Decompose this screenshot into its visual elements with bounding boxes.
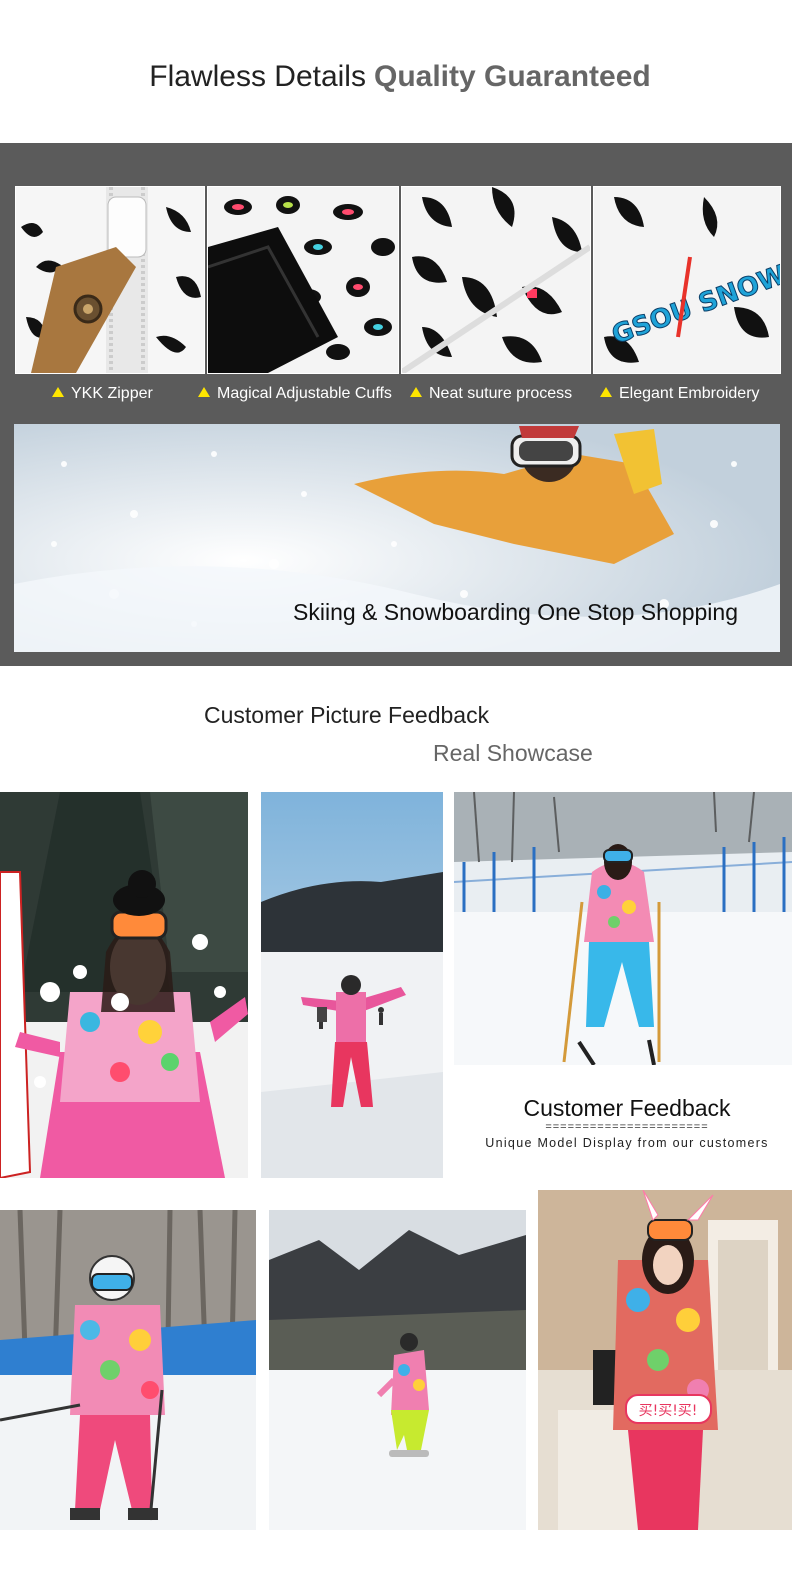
feedback-subtitle: Real Showcase: [433, 740, 593, 766]
customer-photo-6: 买!买!买!: [538, 1190, 792, 1530]
title-right: Quality Guaranteed: [373, 60, 651, 93]
customer-photo-4: [0, 1210, 256, 1530]
customer-feedback-subtitle: Unique Model Display from our customers: [485, 1136, 769, 1150]
customer-photo-3: [454, 792, 792, 1065]
embroidery-photo: GSOU SNOW: [593, 186, 781, 374]
customer-feedback-divider: ======================: [545, 1121, 709, 1133]
warning-triangle-icon: [410, 387, 422, 397]
hero-caption: Skiing & Snowboarding One Stop Shopping: [293, 599, 738, 625]
title-left: Flawless Details: [149, 60, 366, 93]
customer-feedback-box: Customer Feedback ======================…: [462, 1095, 792, 1150]
suture-photo: [401, 186, 591, 374]
cuffs-photo: [207, 186, 399, 374]
section-title: Flawless Details Quality Guaranteed: [0, 60, 800, 94]
customer-photo-5: [269, 1210, 526, 1530]
hero-skier-photo: Skiing & Snowboarding One Stop Shopping: [14, 424, 780, 652]
feature-caption-embroidery: Elegant Embroidery: [600, 385, 760, 403]
details-panel: GSOU SNOW YKK Zipper Magical Adjustable …: [0, 143, 792, 666]
speech-bubble-text: 买!买!买!: [639, 1403, 698, 1419]
feature-caption-zipper: YKK Zipper: [52, 385, 153, 403]
customer-feedback-title: Customer Feedback: [523, 1095, 731, 1121]
zipper-photo: [15, 186, 205, 374]
customer-photo-2: [261, 792, 443, 1178]
feature-caption-suture: Neat suture process: [410, 385, 572, 403]
warning-triangle-icon: [198, 387, 210, 397]
feature-caption-cuffs: Magical Adjustable Cuffs: [198, 385, 392, 403]
warning-triangle-icon: [52, 387, 64, 397]
feedback-title: Customer Picture Feedback: [204, 702, 490, 728]
warning-triangle-icon: [600, 387, 612, 397]
customer-photo-1: [0, 792, 248, 1178]
